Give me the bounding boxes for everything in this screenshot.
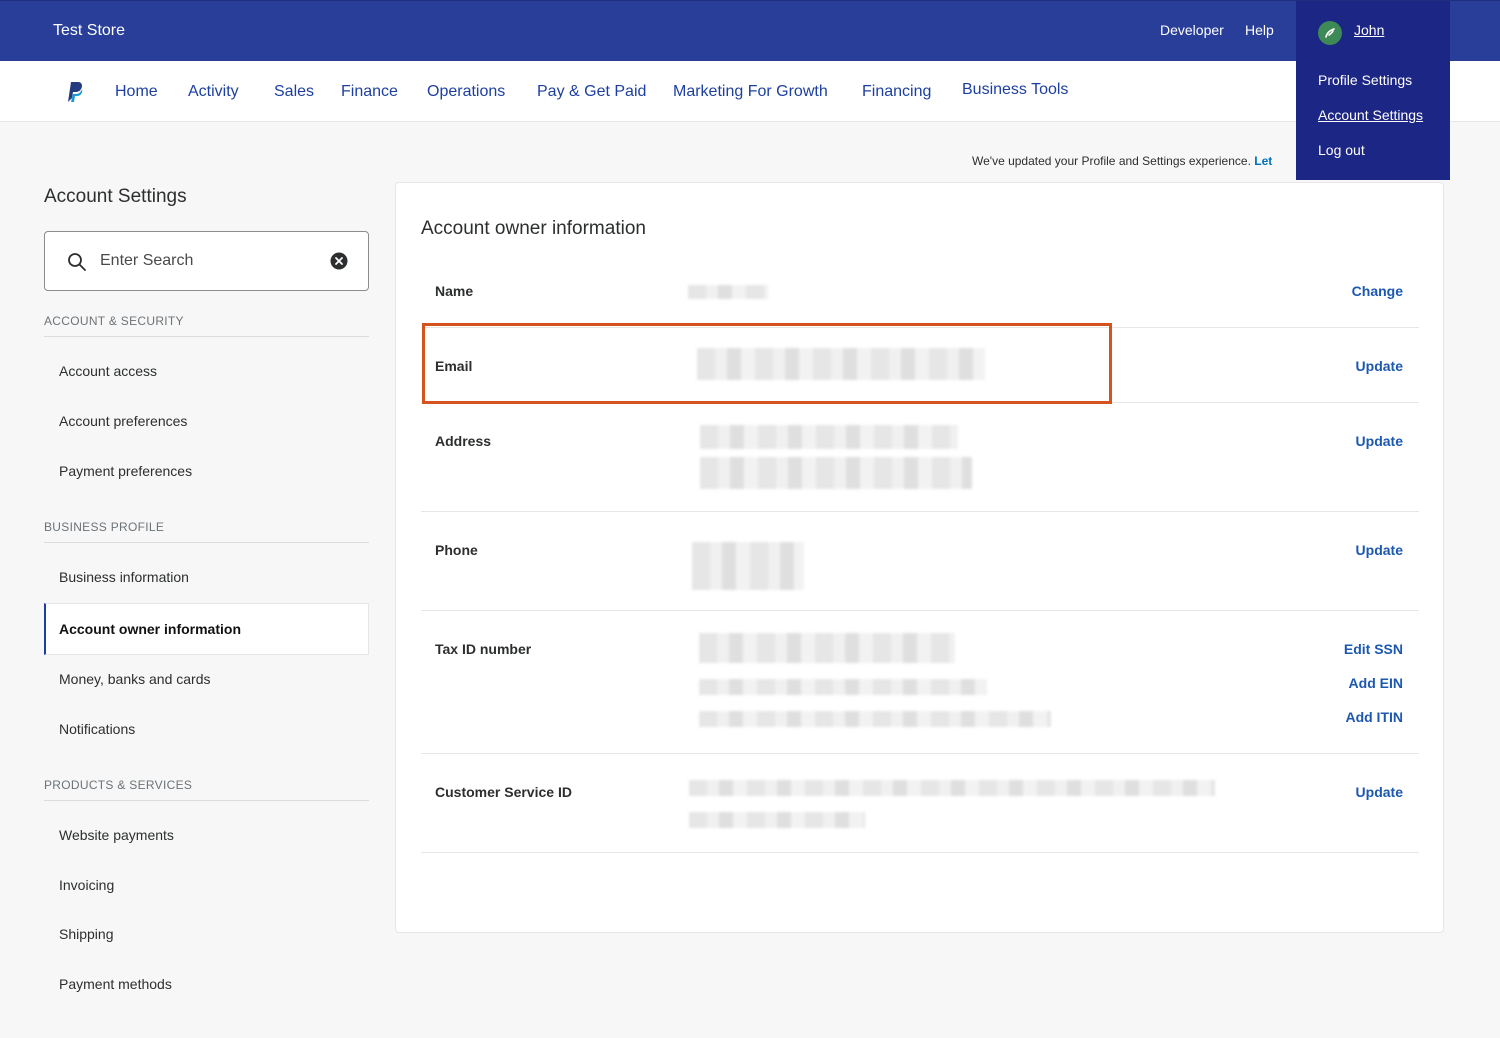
sidebar-item-website-payments[interactable]: Website payments [44, 810, 369, 860]
row-label-name: Name [435, 283, 474, 299]
row-label-customer-service-id: Customer Service ID [435, 784, 572, 800]
redacted-value [689, 812, 865, 828]
info-row-customer-service-id: Customer Service ID Update [421, 754, 1419, 853]
update-address-link[interactable]: Update [1356, 433, 1403, 449]
redacted-value [692, 542, 804, 590]
section-products-services: PRODUCTS & SERVICES [44, 778, 369, 801]
nav-finance[interactable]: Finance [341, 83, 398, 101]
update-phone-link[interactable]: Update [1356, 542, 1403, 558]
row-label-phone: Phone [435, 542, 478, 558]
sidebar-item-business-information[interactable]: Business information [44, 552, 369, 602]
sidebar-item-payment-methods[interactable]: Payment methods [44, 959, 369, 1009]
info-row-address: Address Update [421, 403, 1419, 512]
paypal-logo-icon[interactable] [62, 80, 86, 104]
clear-search-icon[interactable] [330, 252, 348, 270]
account-owner-card: Account owner information Name Change Em… [395, 182, 1444, 933]
redacted-value [699, 711, 1051, 727]
row-label-email: Email [435, 358, 473, 374]
redacted-value [689, 780, 1215, 796]
section-account-security: ACCOUNT & SECURITY [44, 314, 369, 337]
notice-text: We've updated your Profile and Settings … [972, 154, 1251, 168]
sidebar-title: Account Settings [44, 186, 187, 207]
update-customer-service-id-link[interactable]: Update [1356, 784, 1403, 800]
sidebar-item-account-preferences[interactable]: Account preferences [44, 396, 369, 446]
menu-item-profile-settings[interactable]: Profile Settings [1318, 72, 1412, 88]
info-row-email: Email Update [421, 328, 1419, 403]
info-row-phone: Phone Update [421, 512, 1419, 611]
nav-marketing-for-growth[interactable]: Marketing For Growth [673, 83, 828, 101]
developer-link[interactable]: Developer [1160, 22, 1224, 38]
nav-business-tools[interactable]: Business Tools [962, 81, 1068, 99]
search-icon [68, 253, 86, 271]
redacted-value [699, 679, 987, 695]
menu-item-log-out[interactable]: Log out [1318, 142, 1365, 158]
update-email-link[interactable]: Update [1356, 358, 1403, 374]
redacted-value [700, 457, 972, 489]
redacted-value [697, 348, 985, 380]
nav-home[interactable]: Home [115, 83, 158, 101]
change-name-link[interactable]: Change [1352, 283, 1403, 299]
top-header-bar: Test Store Developer Help [0, 0, 1500, 61]
sidebar-item-account-owner-information[interactable]: Account owner information [44, 603, 369, 655]
row-label-tax-id: Tax ID number [435, 641, 532, 657]
add-ein-link[interactable]: Add EIN [1349, 675, 1403, 691]
nav-pay-get-paid[interactable]: Pay & Get Paid [537, 83, 646, 101]
redacted-value [699, 633, 955, 663]
info-row-name: Name Change [421, 253, 1419, 328]
settings-update-notice: We've updated your Profile and Settings … [972, 154, 1272, 168]
nav-operations[interactable]: Operations [427, 83, 505, 101]
menu-item-account-settings[interactable]: Account Settings [1318, 107, 1423, 123]
notice-link[interactable]: Let [1254, 154, 1272, 168]
avatar[interactable] [1318, 21, 1342, 45]
user-dropdown-menu: John Profile Settings Account Settings L… [1296, 1, 1450, 180]
row-label-address: Address [435, 433, 492, 449]
nav-sales[interactable]: Sales [274, 83, 314, 101]
nav-financing[interactable]: Financing [862, 83, 931, 101]
sidebar-item-account-access[interactable]: Account access [44, 346, 369, 396]
sidebar-item-invoicing[interactable]: Invoicing [44, 860, 369, 910]
sidebar-item-money-banks-cards[interactable]: Money, banks and cards [44, 654, 369, 704]
sidebar-item-notifications[interactable]: Notifications [44, 704, 369, 754]
sidebar-search [44, 231, 369, 291]
add-itin-link[interactable]: Add ITIN [1345, 709, 1403, 725]
section-business-profile: BUSINESS PROFILE [44, 520, 369, 543]
user-name-link[interactable]: John [1354, 22, 1384, 38]
info-row-tax-id: Tax ID number Edit SSN Add EIN Add ITIN [421, 611, 1419, 754]
sidebar-item-payment-preferences[interactable]: Payment preferences [44, 446, 369, 496]
page-title: Account owner information [421, 218, 646, 239]
user-avatar-icon [1325, 28, 1335, 38]
main-nav: Home Activity Sales Finance Operations P… [0, 61, 1500, 122]
edit-ssn-link[interactable]: Edit SSN [1344, 641, 1403, 657]
redacted-value [700, 425, 958, 449]
help-link[interactable]: Help [1245, 22, 1274, 38]
store-name[interactable]: Test Store [53, 22, 125, 40]
nav-activity[interactable]: Activity [188, 83, 239, 101]
search-input[interactable] [100, 246, 320, 276]
sidebar-item-shipping[interactable]: Shipping [44, 909, 369, 959]
redacted-value [688, 285, 768, 299]
